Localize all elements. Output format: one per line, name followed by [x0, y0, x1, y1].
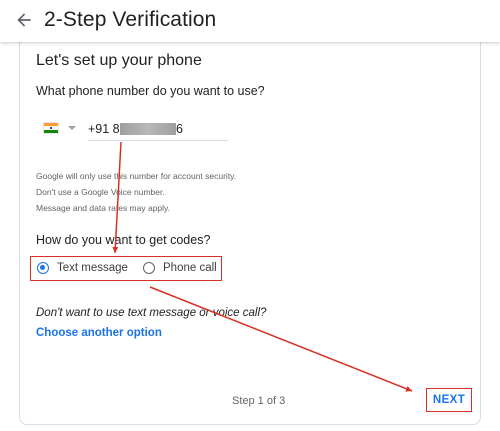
note-line: Google will only use this number for acc…: [36, 171, 237, 181]
top-app-bar: 2-Step Verification: [0, 0, 500, 42]
phone-number-prefix: +91 8: [88, 122, 120, 136]
next-button[interactable]: NEXT: [426, 388, 472, 412]
phone-question: What phone number do you want to use?: [36, 84, 265, 98]
arrow-back-icon[interactable]: [14, 10, 34, 30]
phone-call-label[interactable]: Phone call: [163, 262, 217, 274]
step-indicator: Step 1 of 3: [232, 395, 286, 407]
note-line: Don't use a Google Voice number.: [36, 187, 165, 197]
note-line: Message and data rates may apply.: [36, 203, 171, 213]
text-message-label[interactable]: Text message: [57, 262, 128, 274]
text-message-radio[interactable]: [37, 262, 49, 274]
phone-call-radio[interactable]: [143, 262, 155, 274]
section-heading: Let's set up your phone: [36, 52, 202, 69]
phone-number-suffix: 6: [176, 122, 183, 136]
phone-notes: Google will only use this number for acc…: [36, 168, 236, 216]
page-title: 2-Step Verification: [44, 8, 217, 31]
alternative-question: Don't want to use text message or voice …: [36, 307, 267, 319]
country-dropdown-caret-icon[interactable]: [68, 126, 76, 130]
phone-number-input[interactable]: +91 8 6: [88, 120, 228, 141]
redacted-digits: [120, 123, 176, 135]
codes-question: How do you want to get codes?: [36, 233, 211, 247]
india-flag-icon[interactable]: [44, 123, 58, 133]
choose-another-option-link[interactable]: Choose another option: [36, 327, 162, 339]
code-method-radio-group: Text message Phone call: [30, 256, 222, 281]
